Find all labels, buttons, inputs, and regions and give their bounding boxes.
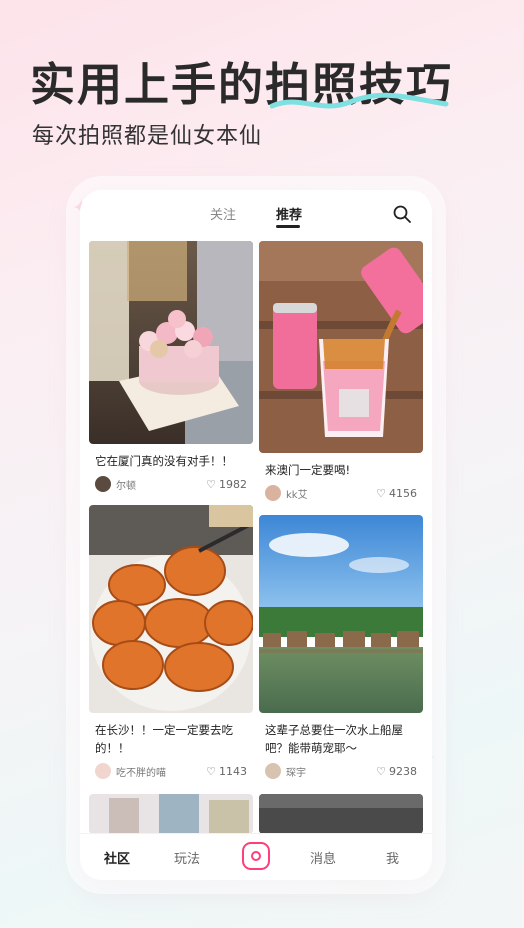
top-nav: 关注 推荐 xyxy=(80,190,432,234)
feed-card[interactable]: 这辈子总要住一次水上船屋吧？能带萌宠耶～ 琛宇 ♡ 9238 xyxy=(259,515,423,779)
feed-card-partial[interactable] xyxy=(259,794,423,834)
card-title: 这辈子总要住一次水上船屋吧？能带萌宠耶～ xyxy=(265,723,403,755)
nav-me[interactable]: 我 xyxy=(386,848,399,867)
lake-houses-photo xyxy=(259,515,423,713)
card-title: 来澳门一定要喝! xyxy=(265,463,351,477)
card-title: 在长沙！！一定一定要去吃的！！ xyxy=(95,723,233,755)
like-count[interactable]: ♡ 4156 xyxy=(376,487,417,500)
author-name[interactable]: 尔顿 xyxy=(116,477,206,492)
heart-icon: ♡ xyxy=(376,486,386,500)
like-count[interactable]: ♡ 1982 xyxy=(206,478,247,491)
heart-icon: ♡ xyxy=(206,477,216,491)
avatar[interactable] xyxy=(95,476,111,492)
phone-mockup: 关注 推荐 它在厦门真的没有对手！！ 尔顿 ♡ 1982 来澳门一定要喝! kk… xyxy=(80,190,432,880)
heart-icon: ♡ xyxy=(376,764,386,778)
nav-messages[interactable]: 消息 xyxy=(310,848,336,867)
marketing-subheadline: 每次拍照都是仙女本仙 xyxy=(32,124,263,149)
nav-play[interactable]: 玩法 xyxy=(174,848,200,867)
author-name[interactable]: 琛宇 xyxy=(286,764,376,779)
pink-drink-photo xyxy=(259,241,423,453)
avatar[interactable] xyxy=(95,763,111,779)
camera-icon[interactable] xyxy=(242,842,270,870)
bottom-nav: 社区 玩法 消息 我 xyxy=(80,833,432,880)
author-name[interactable]: 吃不胖的喵 xyxy=(116,764,206,779)
active-tab-indicator xyxy=(276,225,300,228)
feed-card[interactable]: 来澳门一定要喝! kk艾 ♡ 4156 xyxy=(259,241,423,501)
avatar[interactable] xyxy=(265,763,281,779)
like-count[interactable]: ♡ 9238 xyxy=(376,765,417,778)
heart-icon: ♡ xyxy=(206,764,216,778)
like-count[interactable]: ♡ 1143 xyxy=(206,765,247,778)
tab-follow[interactable]: 关注 xyxy=(210,204,236,223)
nav-community[interactable]: 社区 xyxy=(104,848,130,867)
squiggle-decoration xyxy=(270,92,449,109)
feed-card[interactable]: 在长沙！！一定一定要去吃的！！ 吃不胖的喵 ♡ 1143 xyxy=(89,505,253,779)
feed-card-partial[interactable] xyxy=(89,794,253,834)
crab-photo xyxy=(89,505,253,713)
tab-recommend[interactable]: 推荐 xyxy=(276,204,302,223)
search-icon[interactable] xyxy=(392,204,412,224)
avatar[interactable] xyxy=(265,485,281,501)
cake-photo xyxy=(89,241,253,444)
author-name[interactable]: kk艾 xyxy=(286,486,376,501)
feed-card[interactable]: 它在厦门真的没有对手！！ 尔顿 ♡ 1982 xyxy=(89,241,253,492)
card-title: 它在厦门真的没有对手！！ xyxy=(95,454,233,468)
